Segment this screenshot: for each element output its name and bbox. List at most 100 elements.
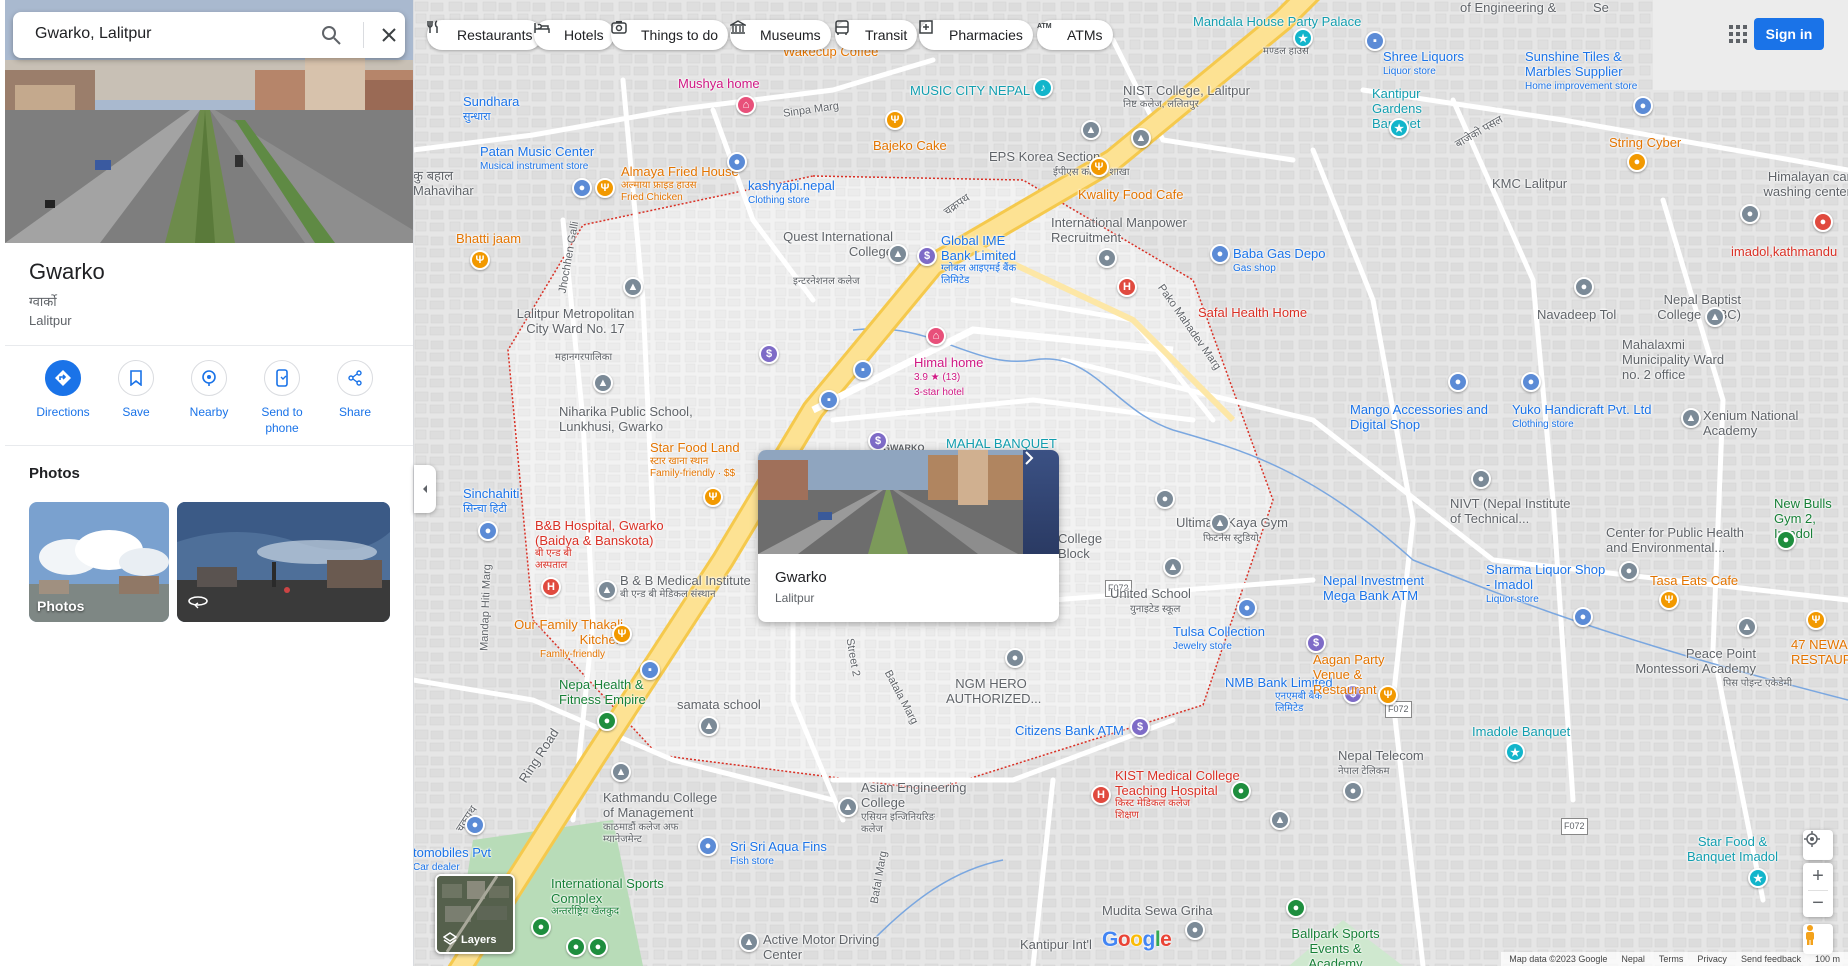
restaurant-icon[interactable]: Ψ	[595, 178, 615, 198]
restaurant-icon[interactable]: Ψ	[1806, 610, 1826, 630]
landmark-icon[interactable]: ●	[478, 521, 498, 541]
fish-store-icon[interactable]: ●	[698, 836, 718, 856]
poi-label[interactable]: Navadeep Tol	[1537, 307, 1616, 322]
hospital-icon[interactable]: H	[1117, 277, 1137, 297]
office-icon[interactable]: ●	[1343, 781, 1363, 801]
chip-museums[interactable]: Museums	[730, 20, 831, 50]
collapse-panel-button[interactable]	[414, 465, 436, 513]
poi-label[interactable]: Quest International College	[763, 229, 893, 259]
park-icon[interactable]: ●	[1231, 781, 1251, 801]
poi-label[interactable]: Peace Point Montessori Academy	[1626, 646, 1756, 676]
bus-stop-icon[interactable]: ▪	[853, 360, 873, 380]
driving-school-icon[interactable]: ▲	[739, 932, 759, 952]
save-button[interactable]: Save	[96, 360, 176, 420]
restaurant-icon[interactable]: Ψ	[1089, 157, 1109, 177]
apps-grid-icon[interactable]	[1728, 24, 1748, 44]
poi-label[interactable]: Himal home 3.9 ★ (13) 3-star hotel	[914, 355, 983, 400]
chip-transit[interactable]: Transit	[835, 20, 918, 50]
school-icon[interactable]: ●	[1471, 469, 1491, 489]
poi-label[interactable]: Sinchahiti	[463, 486, 519, 501]
zoom-in-button[interactable]: +	[1812, 864, 1824, 890]
send-feedback-link[interactable]: Send feedback	[1741, 954, 1801, 964]
banquet-icon[interactable]: ★	[1293, 28, 1313, 48]
map-canvas[interactable]: Ring Road चक्रपथ चक्रपथ Sinpa Marg Pako …	[413, 0, 1848, 966]
poi-label[interactable]: United School	[1110, 586, 1191, 601]
clothing-store-icon[interactable]: ●	[727, 152, 747, 172]
poi-label[interactable]: EPS Korea Section	[989, 149, 1100, 164]
poi-label[interactable]: Kathmandu College of Management	[603, 790, 728, 820]
poi-label[interactable]: Himalayan car washing center	[1756, 169, 1848, 199]
banquet-icon[interactable]: ★	[1389, 118, 1409, 138]
chip-pharmacies[interactable]: Pharmacies	[919, 20, 1033, 50]
school-icon[interactable]: ▲	[1681, 408, 1701, 428]
poi-label[interactable]: kashyapi.nepal Clothing store	[748, 178, 835, 208]
poi-label[interactable]: Kantipur Int'l	[1020, 937, 1092, 952]
poi-label[interactable]: Se	[1593, 0, 1609, 15]
poi-label[interactable]: Citizens Bank ATM	[1015, 723, 1124, 738]
poi-label[interactable]: Sharma Liquor Shop - Imadol Liquor store	[1486, 562, 1606, 607]
office-icon[interactable]: ●	[1619, 561, 1639, 581]
motorcycle-dealer-icon[interactable]: ●	[1005, 648, 1025, 668]
search-icon[interactable]	[319, 23, 343, 47]
restaurant-icon[interactable]: Ψ	[703, 487, 723, 507]
school-icon[interactable]: ▲	[699, 716, 719, 736]
home-store-icon[interactable]: ●	[1633, 96, 1653, 116]
poi-label[interactable]: NIST College, Lalitpur	[1123, 83, 1250, 98]
college-icon[interactable]: ▲	[611, 762, 631, 782]
poi-label[interactable]: Kantipur Gardens Banquet	[1372, 86, 1472, 131]
poi-label[interactable]: NGM HERO AUTHORIZED...	[946, 676, 1041, 706]
poi-label[interactable]: Star Food & Banquet Imadol	[1675, 834, 1790, 864]
chip-things-to-do[interactable]: Things to do	[611, 20, 729, 50]
liquor-store-icon[interactable]: ●	[1573, 607, 1593, 627]
poi-label[interactable]: Almaya Fried House	[621, 164, 739, 179]
nearby-button[interactable]: Nearby	[169, 360, 249, 420]
poi-label[interactable]: International Manpower Recruitment	[1051, 215, 1201, 245]
restaurant-icon[interactable]: Ψ	[1378, 685, 1398, 705]
college-icon[interactable]: ▲	[597, 580, 617, 600]
college-icon[interactable]: ▲	[888, 244, 908, 264]
atm-icon[interactable]: $	[1306, 633, 1326, 653]
bus-stop-icon[interactable]: ▪	[819, 390, 839, 410]
hotel-icon[interactable]: ⌂	[736, 95, 756, 115]
shop-icon[interactable]: ●	[572, 178, 592, 198]
poi-label[interactable]: KMC Lalitpur	[1492, 176, 1567, 191]
poi-label[interactable]: Bhatti jaam	[456, 231, 521, 246]
office-icon[interactable]: ●	[1097, 248, 1117, 268]
poi-label[interactable]: Mahalaxmi Municipality Ward no. 2 office	[1622, 337, 1742, 382]
poi-label[interactable]: Shree Liquors Liquor store	[1383, 49, 1464, 79]
poi-label[interactable]: Mango Accessories and Digital Shop	[1350, 402, 1490, 432]
poi-label[interactable]: Active Motor Driving Center	[763, 932, 883, 962]
send-to-phone-button[interactable]: Send to phone	[242, 360, 322, 436]
poi-label[interactable]: Lalitpur Metropolitan City Ward No. 17	[513, 306, 638, 336]
poi-label[interactable]: 47 NEWA RESTAURA	[1791, 637, 1848, 667]
atm-icon[interactable]: $	[759, 344, 779, 364]
poi-label[interactable]: Asian Engineering College	[861, 780, 981, 810]
poi-label[interactable]: Ballpark Sports Events & Academy	[1283, 926, 1388, 966]
gym-icon[interactable]: ●	[1155, 489, 1175, 509]
my-location-button[interactable]	[1803, 830, 1833, 860]
poi-label[interactable]: Safal Health Home	[1198, 305, 1307, 320]
restaurant-icon[interactable]: Ψ	[885, 110, 905, 130]
clothing-store-icon[interactable]: ●	[1521, 372, 1541, 392]
car-wash-icon[interactable]: ●	[1740, 204, 1760, 224]
poi-label[interactable]: String Cyber	[1609, 135, 1681, 150]
sports-icon[interactable]: ●	[1286, 898, 1306, 918]
poi-label[interactable]: NIVT (Nepal Institute of Technical...	[1450, 496, 1580, 526]
poi-label[interactable]: Center for Public Health and Environment…	[1606, 525, 1756, 555]
chip-hotels[interactable]: Hotels	[534, 20, 614, 50]
poi-label[interactable]: Aagan Party Venue & Restaurant	[1313, 652, 1423, 697]
poi-label[interactable]: B & B Medical Institute	[620, 573, 751, 588]
poi-label[interactable]: International Sports Complex	[551, 876, 666, 906]
cyber-cafe-icon[interactable]: ●	[1627, 152, 1647, 172]
poi-label[interactable]: Nepal Telecom	[1338, 748, 1424, 763]
banquet-icon[interactable]: ★	[1505, 742, 1525, 762]
poi-label[interactable]: Niharika Public School, Lunkhusi, Gwarko	[559, 404, 709, 434]
hotel-icon[interactable]: ⌂	[926, 326, 946, 346]
sports-icon[interactable]: ●	[566, 937, 586, 957]
poi-label[interactable]: MUSIC CITY NEPAL	[910, 83, 1030, 98]
school-icon[interactable]: ▲	[593, 373, 613, 393]
scale-bar[interactable]: 100 m	[1815, 954, 1840, 964]
poi-label[interactable]: Our Family Thakali Kitchen	[513, 617, 623, 647]
poi-label[interactable]: Kwality Food Cafe	[1078, 187, 1184, 202]
poi-label[interactable]: Sri Sri Aqua Fins Fish store	[730, 839, 827, 869]
